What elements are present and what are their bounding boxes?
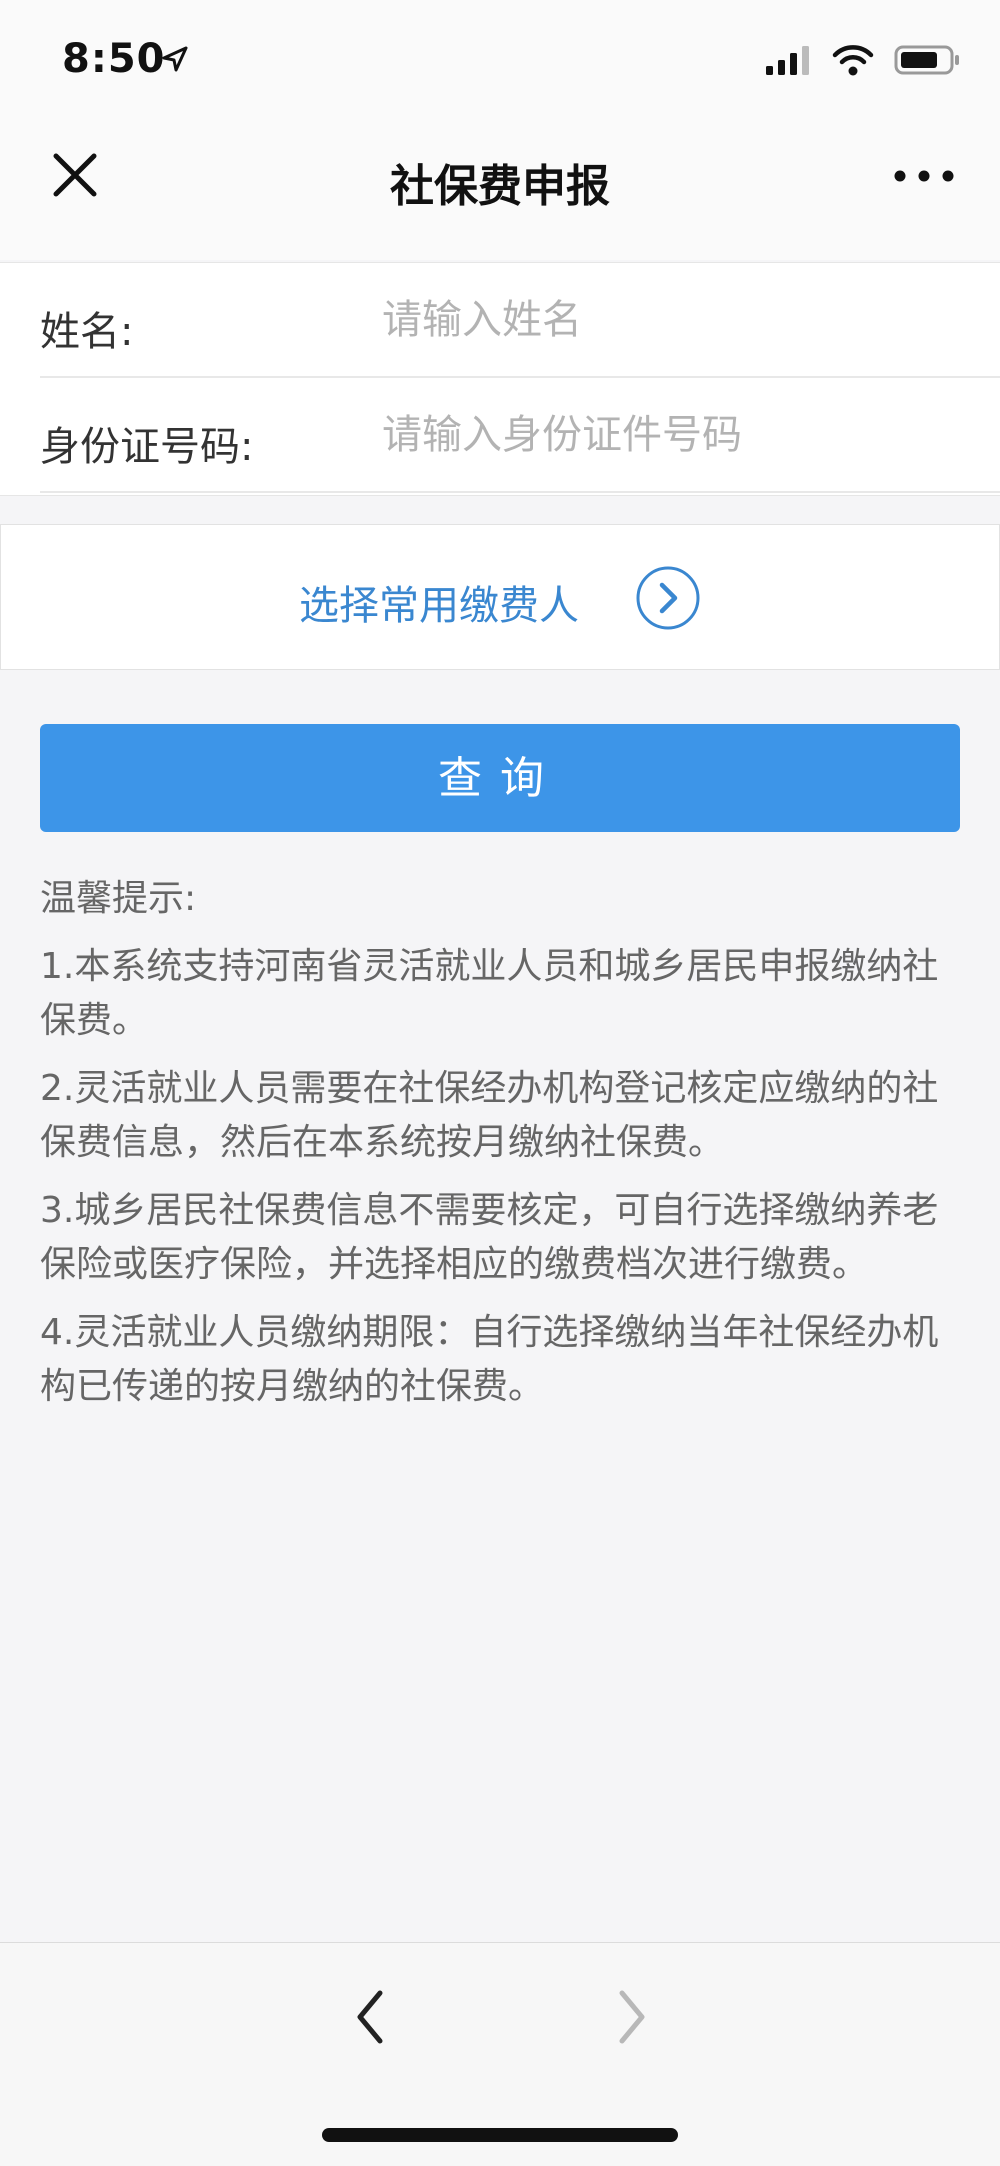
status-icons	[764, 44, 960, 80]
name-row: 姓名:	[40, 263, 1000, 378]
name-input[interactable]	[380, 289, 984, 351]
home-indicator[interactable]	[322, 2128, 678, 2142]
id-number-label: 身份证号码:	[40, 424, 254, 470]
select-frequent-payer-button[interactable]: 选择常用缴费人	[0, 524, 1000, 670]
signal-icon	[764, 44, 812, 80]
chevron-right-circle-icon	[635, 565, 701, 631]
nav-bar: 社保费申报	[0, 120, 1000, 260]
battery-icon	[894, 44, 960, 80]
form-card: 姓名: 身份证号码:	[0, 262, 1000, 496]
query-button[interactable]: 查询	[40, 724, 960, 832]
page-title: 社保费申报	[390, 161, 610, 212]
wifi-icon	[832, 44, 874, 80]
back-arrow-icon[interactable]	[350, 1987, 390, 2047]
status-time: 8:50	[62, 36, 166, 82]
tip-item-2: 2.灵活就业人员需要在社保经办机构登记核定应缴纳的社保费信息，然后在本系统按月缴…	[40, 1068, 939, 1163]
tip-item-4: 4.灵活就业人员缴纳期限：自行选择缴纳当年社保经办机构已传递的按月缴纳的社保费。	[40, 1312, 939, 1407]
tip-item-3: 3.城乡居民社保费信息不需要核定，可自行选择缴纳养老保险或医疗保险，并选择相应的…	[40, 1190, 939, 1285]
forward-arrow-icon[interactable]	[612, 1987, 652, 2047]
status-bar: 8:50	[0, 0, 1000, 120]
select-frequent-payer-label: 选择常用缴费人	[299, 583, 579, 629]
name-label: 姓名:	[40, 309, 134, 355]
tips-title: 温馨提示:	[40, 878, 197, 919]
tip-item-1: 1.本系统支持河南省灵活就业人员和城乡居民申报缴纳社保费。	[40, 946, 939, 1041]
location-arrow-icon	[160, 44, 190, 78]
tips-section: 温馨提示: 1.本系统支持河南省灵活就业人员和城乡居民申报缴纳社保费。 2.灵活…	[40, 872, 970, 1428]
id-number-input[interactable]	[380, 404, 984, 466]
bottom-nav-bar	[0, 1942, 1000, 2166]
id-row: 身份证号码:	[40, 378, 1000, 493]
more-icon[interactable]	[892, 166, 956, 186]
